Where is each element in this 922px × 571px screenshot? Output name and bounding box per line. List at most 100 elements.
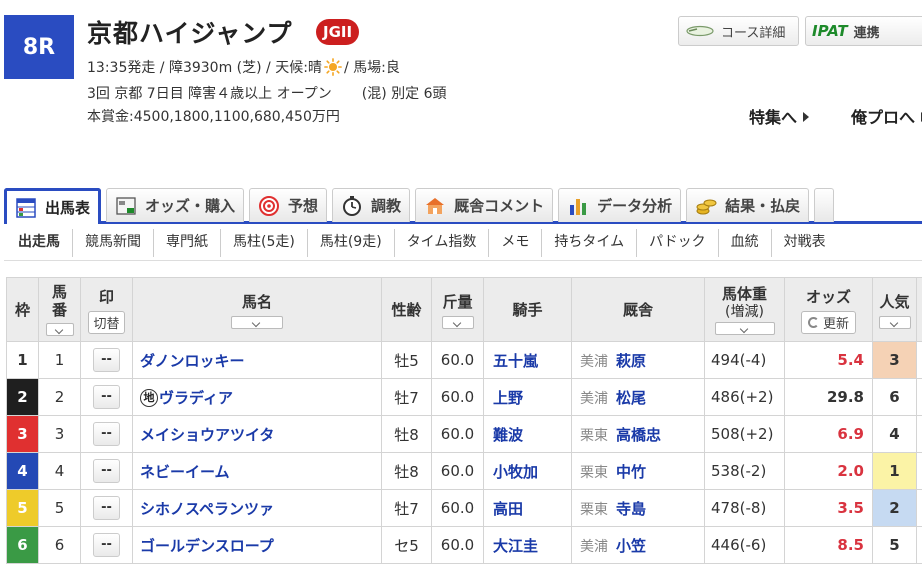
- odds-cell[interactable]: 6.9: [784, 415, 873, 453]
- tab-data-analysis[interactable]: データ分析: [558, 188, 682, 222]
- trainer-link[interactable]: 萩原: [616, 352, 646, 370]
- horse-name-cell: ネビーイーム: [132, 452, 382, 490]
- header-odds: オッズ 更新: [784, 277, 873, 342]
- popularity-cell: 5: [872, 526, 917, 564]
- mark-switch-button[interactable]: 切替: [88, 310, 125, 334]
- jockey-link[interactable]: 小牧加: [493, 463, 538, 481]
- mark-button[interactable]: --: [93, 348, 120, 372]
- ipat-link-button[interactable]: IPAT 連携: [805, 16, 922, 46]
- horse-name-link[interactable]: シホノスペランツァ: [140, 500, 274, 518]
- subnav-item[interactable]: 馬柱(5走): [220, 229, 307, 257]
- subnav-item[interactable]: 専門紙: [153, 229, 220, 257]
- header-sex-age: 性齢: [381, 277, 432, 342]
- sort-toggle[interactable]: [45, 323, 74, 336]
- odds-cell[interactable]: 5.4: [784, 341, 873, 379]
- stable-area: 栗東: [580, 464, 608, 481]
- subnav-item[interactable]: パドック: [636, 229, 717, 257]
- waku-cell: 1: [6, 341, 39, 379]
- table-row: 4 4 -- ネビーイーム 牡8 60.0 小牧加 栗東 中竹 538(-2) 2.0 1: [6, 452, 922, 490]
- tab-chokyo[interactable]: 調教: [332, 188, 411, 222]
- target-icon: [259, 195, 280, 216]
- tab-odds[interactable]: オッズ・購入: [106, 188, 245, 222]
- mark-button[interactable]: --: [93, 496, 120, 520]
- sex-age-cell: セ5: [381, 526, 432, 564]
- feature-link[interactable]: 特集へ: [749, 104, 810, 128]
- sort-toggle[interactable]: [714, 321, 775, 335]
- horse-name-link[interactable]: ゴールデンスロープ: [140, 537, 274, 555]
- horse-name-cell: メイショウアツイタ: [132, 415, 382, 453]
- subnav-item[interactable]: 馬柱(9走): [306, 229, 394, 257]
- trainer-link[interactable]: 小笠: [616, 537, 646, 555]
- stable-cell: 栗東 中竹: [571, 452, 705, 490]
- subnav-item[interactable]: メモ: [488, 229, 541, 257]
- trainer-link[interactable]: 寺島: [616, 500, 646, 518]
- course-detail-button[interactable]: コース詳細: [678, 16, 799, 46]
- trainer-link[interactable]: 高橋忠: [616, 426, 661, 444]
- odds-cell[interactable]: 2.0: [784, 452, 873, 490]
- subnav-item[interactable]: タイム指数: [393, 229, 489, 257]
- race-entry-info: (混) 別定 6頭: [361, 86, 447, 102]
- grade-badge: JGII: [316, 19, 360, 45]
- mark-button[interactable]: --: [93, 385, 120, 409]
- header-weight[interactable]: 馬体重 (増減): [704, 277, 785, 342]
- umaban-cell: 6: [38, 526, 81, 564]
- trainer-link[interactable]: 松尾: [616, 389, 646, 407]
- stable-cell: 美浦 松尾: [571, 378, 705, 416]
- mark-button[interactable]: --: [93, 422, 120, 446]
- horse-name-link[interactable]: メイショウアツイタ: [140, 426, 274, 444]
- course-icon: [686, 25, 714, 37]
- chihou-badge-icon: 地: [140, 388, 158, 407]
- stable-cell: 栗東 高橋忠: [571, 415, 705, 453]
- tab-stable-comment[interactable]: 厩舎コメント: [415, 188, 554, 222]
- sort-toggle[interactable]: [231, 315, 283, 329]
- jockey-link[interactable]: 大江圭: [493, 537, 538, 555]
- weight-cell: 494(-4): [704, 341, 785, 379]
- tab-yoso[interactable]: 予想: [249, 188, 328, 222]
- ipat-link-label: 連携: [853, 25, 880, 41]
- jockey-link[interactable]: 上野: [493, 389, 523, 407]
- sort-toggle[interactable]: [441, 315, 474, 329]
- tab-more[interactable]: [814, 188, 835, 222]
- mark-cell: --: [80, 341, 133, 379]
- header-umaban[interactable]: 馬番: [38, 277, 81, 342]
- subnav-item[interactable]: 持ちタイム: [541, 229, 636, 257]
- header-horse[interactable]: 馬名: [132, 277, 382, 342]
- header-label: 馬名: [241, 292, 272, 311]
- mark-button[interactable]: --: [93, 459, 120, 483]
- orepro-link[interactable]: 俺プロへ: [851, 104, 922, 128]
- race-name: 京都ハイジャンプ: [87, 19, 293, 48]
- horse-name-link[interactable]: ネビーイーム: [140, 463, 230, 481]
- header-popularity[interactable]: 人気: [872, 277, 917, 342]
- main-tabs: 出馬表 オッズ・購入 予想 調教 厩舎コメント データ分析 結果・払戻: [4, 188, 922, 224]
- popularity-cell: 6: [872, 378, 917, 416]
- jockey-link[interactable]: 五十嵐: [493, 352, 538, 370]
- table-row: 2 2 -- 地ヴラディア 牡7 60.0 上野 美浦 松尾 486(+2) 29.8 6: [6, 378, 922, 416]
- tab-results[interactable]: 結果・払戻: [686, 188, 810, 222]
- horse-name-cell: ゴールデンスロープ: [132, 526, 382, 564]
- mark-button[interactable]: --: [93, 533, 120, 557]
- header-label: 馬番: [51, 283, 67, 319]
- extra-cell: [916, 378, 922, 416]
- odds-cell[interactable]: 8.5: [784, 526, 873, 564]
- subnav-item[interactable]: 競馬新聞: [72, 229, 153, 257]
- horse-name-link[interactable]: ヴラディア: [159, 389, 233, 407]
- kinryo-cell: 60.0: [431, 415, 484, 453]
- header-kinryo[interactable]: 斤量: [431, 277, 484, 342]
- arrow-right-icon: [803, 112, 810, 122]
- subnav-item[interactable]: 血統: [717, 229, 771, 257]
- tab-shutsuba[interactable]: 出馬表: [4, 188, 102, 224]
- jockey-link[interactable]: 難波: [493, 426, 523, 444]
- extra-cell: [916, 489, 922, 527]
- subnav-item[interactable]: 対戦表: [770, 229, 838, 257]
- subnav-item[interactable]: 出走馬: [4, 229, 72, 257]
- horse-name-cell: ダノンロッキー: [132, 341, 382, 379]
- sort-toggle[interactable]: [878, 315, 911, 329]
- horse-name-link[interactable]: ダノンロッキー: [140, 352, 245, 370]
- stable-area: 栗東: [580, 427, 608, 444]
- odds-update-button[interactable]: 更新: [800, 310, 856, 334]
- odds-cell[interactable]: 3.5: [784, 489, 873, 527]
- odds-cell[interactable]: 29.8: [784, 378, 873, 416]
- trainer-link[interactable]: 中竹: [616, 463, 646, 481]
- jockey-link[interactable]: 高田: [493, 500, 523, 518]
- jockey-cell: 高田: [483, 489, 572, 527]
